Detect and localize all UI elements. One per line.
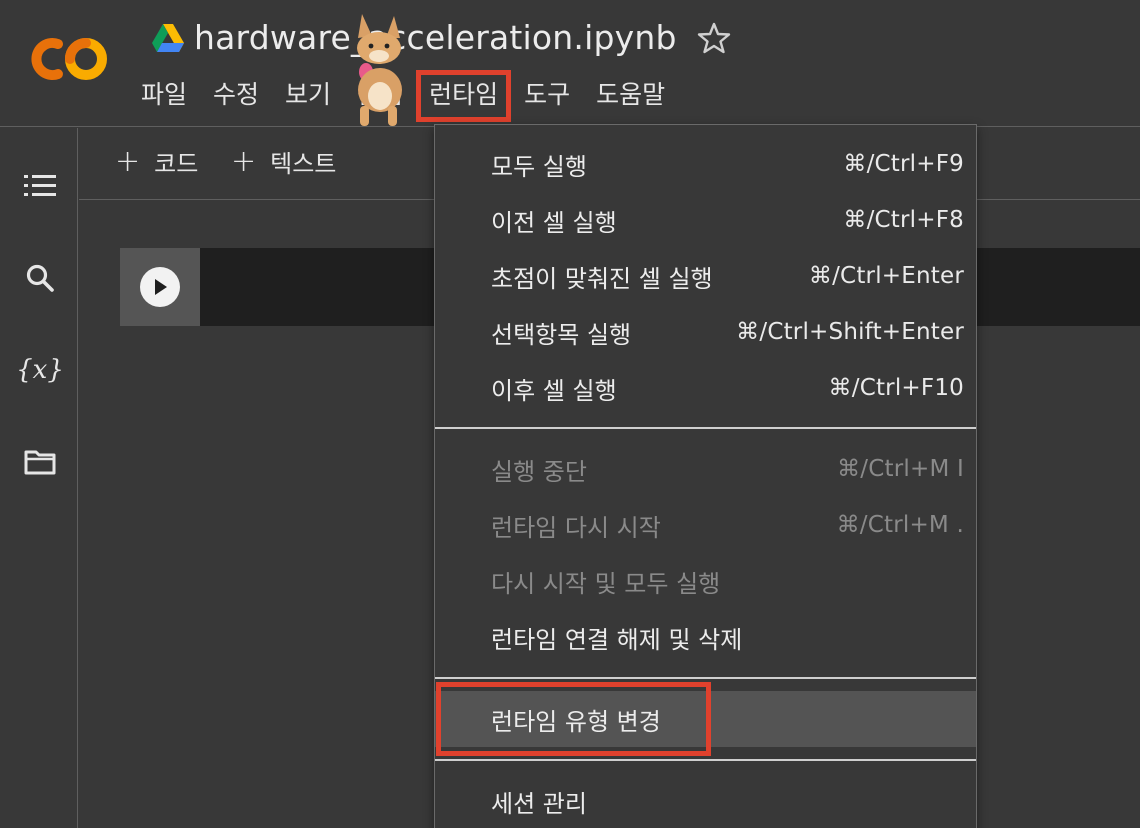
menu-item-label: 런타임 다시 시작 xyxy=(491,513,661,542)
menu-item-run-selection[interactable]: 선택항목 실행 ⌘/Ctrl+Shift+Enter xyxy=(435,304,976,360)
menu-divider xyxy=(435,427,976,429)
colab-logo[interactable] xyxy=(28,34,112,84)
menu-tools[interactable]: 도구 xyxy=(511,76,583,116)
add-text-label: 텍스트 xyxy=(270,150,337,178)
menu-item-label: 초점이 맞춰진 셀 실행 xyxy=(491,264,713,293)
menu-item-shortcut: ⌘/Ctrl+F8 xyxy=(843,207,964,233)
left-sidebar: {x} xyxy=(0,128,78,828)
menu-item-label: 세션 관리 xyxy=(491,789,587,818)
run-cell-button[interactable] xyxy=(140,267,180,307)
menu-item-label: 이전 셀 실행 xyxy=(491,208,617,237)
star-icon[interactable] xyxy=(696,20,732,56)
search-icon[interactable] xyxy=(20,258,60,298)
menu-item-label: 다시 시작 및 모두 실행 xyxy=(491,569,721,598)
menu-item-label: 선택항목 실행 xyxy=(491,320,632,349)
menu-item-shortcut: ⌘/Ctrl+F9 xyxy=(843,151,964,177)
notebook-title[interactable]: hardware_acceleration.ipynb xyxy=(194,18,677,57)
plus-icon: + xyxy=(115,143,141,179)
menu-item-label: 실행 중단 xyxy=(491,457,587,486)
menu-item-shortcut: ⌘/Ctrl+Shift+Enter xyxy=(736,319,964,345)
menu-item-label: 런타임 연결 해제 및 삭제 xyxy=(491,625,743,654)
menu-edit[interactable]: 수정 xyxy=(200,76,272,116)
menu-item-shortcut: ⌘/Ctrl+M I xyxy=(837,456,964,482)
menu-view[interactable]: 보기 xyxy=(272,76,344,116)
menu-item-run-focused[interactable]: 초점이 맞춰진 셀 실행 ⌘/Ctrl+Enter xyxy=(435,248,976,304)
menu-item-shortcut: ⌘/Ctrl+M . xyxy=(836,512,964,538)
menu-runtime[interactable]: 런타임 xyxy=(416,70,512,122)
variables-icon[interactable]: {x} xyxy=(16,350,64,390)
menu-item-run-all[interactable]: 모두 실행 ⌘/Ctrl+F9 xyxy=(435,136,976,192)
app-header: hardware_acceleration.ipynb 파일 수정 보기 삽입 … xyxy=(0,0,1140,127)
menu-item-disconnect-delete[interactable]: 런타임 연결 해제 및 삭제 xyxy=(435,609,976,665)
menu-item-restart-run-all[interactable]: 다시 시작 및 모두 실행 xyxy=(435,553,976,609)
menu-divider xyxy=(435,759,976,761)
play-icon xyxy=(155,279,167,295)
menu-item-run-after[interactable]: 이후 셀 실행 ⌘/Ctrl+F10 xyxy=(435,360,976,416)
menu-item-label: 모두 실행 xyxy=(491,152,587,181)
menu-item-label: 이후 셀 실행 xyxy=(491,376,617,405)
menu-item-shortcut: ⌘/Ctrl+F10 xyxy=(828,375,964,401)
plus-icon: + xyxy=(231,143,257,179)
menu-file[interactable]: 파일 xyxy=(128,76,200,116)
cell-run-gutter xyxy=(120,248,200,326)
corgi-mascot-icon xyxy=(357,14,402,126)
add-code-button[interactable]: + 코드 xyxy=(115,144,198,179)
menu-item-interrupt[interactable]: 실행 중단 ⌘/Ctrl+M I xyxy=(435,441,976,497)
menu-divider xyxy=(435,677,976,679)
menu-item-restart[interactable]: 런타임 다시 시작 ⌘/Ctrl+M . xyxy=(435,497,976,553)
change-runtime-highlight xyxy=(436,682,711,756)
menu-item-run-before[interactable]: 이전 셀 실행 ⌘/Ctrl+F8 xyxy=(435,192,976,248)
menu-item-manage-sessions[interactable]: 세션 관리 xyxy=(435,773,976,828)
add-code-label: 코드 xyxy=(154,150,199,178)
menu-item-shortcut: ⌘/Ctrl+Enter xyxy=(808,263,964,289)
add-text-button[interactable]: + 텍스트 xyxy=(231,144,336,179)
menu-help[interactable]: 도움말 xyxy=(583,76,678,116)
toc-icon[interactable] xyxy=(20,166,60,206)
folder-icon[interactable] xyxy=(20,442,60,482)
google-drive-icon xyxy=(152,24,184,52)
